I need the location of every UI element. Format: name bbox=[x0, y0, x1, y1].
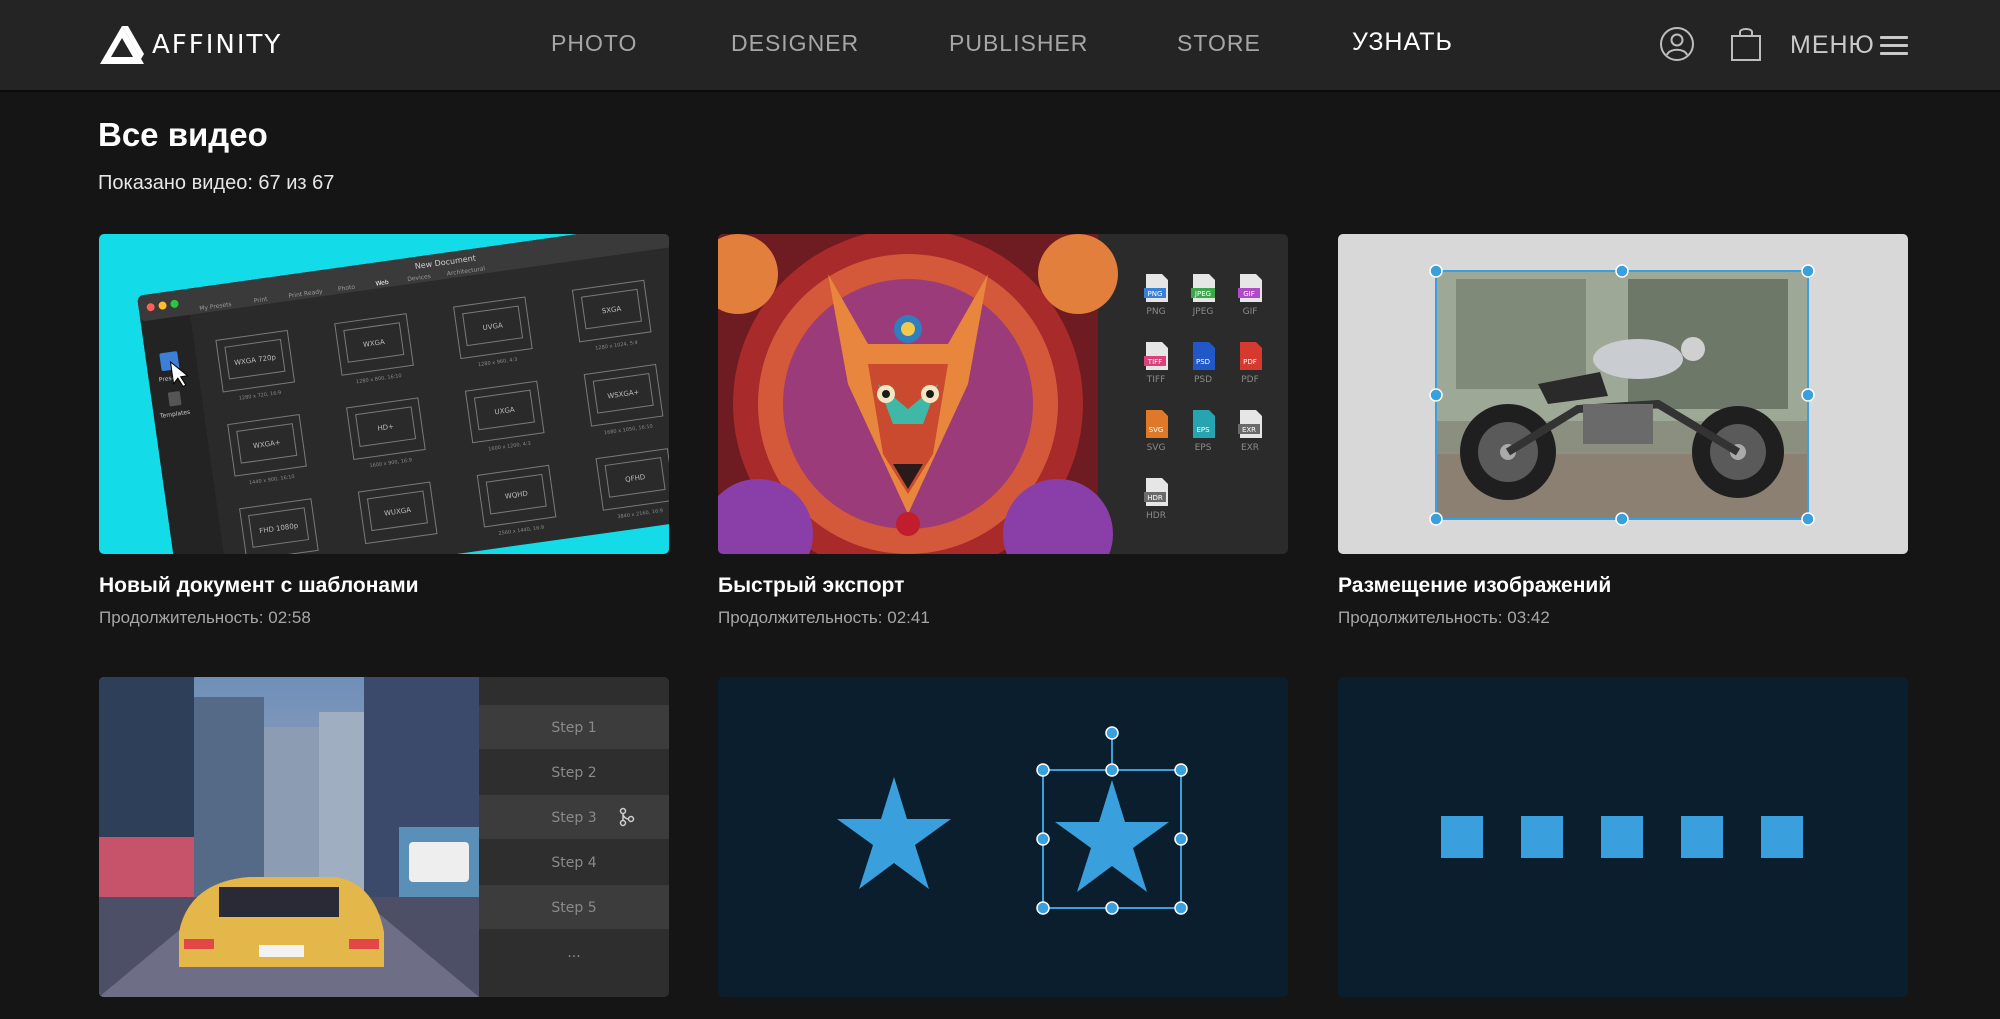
affinity-logo-icon bbox=[100, 26, 144, 64]
brand-name: AFFINITY bbox=[152, 30, 283, 60]
format-badge: HDR bbox=[1147, 494, 1163, 502]
video-thumbnail[interactable]: Step 1 Step 2 Step 3 Step 4 Step 5 ... bbox=[99, 677, 669, 997]
video-duration: Продолжительность: 02:58 bbox=[99, 608, 669, 628]
image-placement-thumbnail-art bbox=[1338, 234, 1908, 554]
video-thumbnail[interactable]: New Document My Presets Print Print Read… bbox=[99, 234, 669, 554]
format-badge: SVG bbox=[1149, 426, 1164, 434]
new-document-thumbnail-art: New Document My Presets Print Print Read… bbox=[99, 234, 669, 554]
format-label: PDF bbox=[1241, 375, 1259, 385]
page-title: Все видео bbox=[98, 116, 268, 153]
hdr-file-icon: HDR HDR bbox=[1144, 478, 1168, 521]
city-street-image bbox=[99, 677, 479, 997]
video-card-history-steps[interactable]: Step 1 Step 2 Step 3 Step 4 Step 5 ... bbox=[99, 677, 669, 997]
format-label: JPEG bbox=[1192, 307, 1214, 317]
format-label: SVG bbox=[1147, 443, 1166, 453]
duration-label: Продолжительность: bbox=[99, 608, 269, 627]
video-card-star-shapes[interactable] bbox=[718, 677, 1288, 997]
duration-value: 03:42 bbox=[1507, 608, 1550, 627]
format-badge: GIF bbox=[1243, 290, 1255, 298]
video-title[interactable]: Быстрый экспорт bbox=[718, 574, 1288, 598]
menu-label[interactable]: МЕНЮ bbox=[1790, 31, 1875, 60]
video-duration: Продолжительность: 02:41 bbox=[718, 608, 1288, 628]
nav-learn[interactable]: УЗНАТЬ bbox=[1352, 28, 1453, 57]
nav-photo[interactable]: PHOTO bbox=[551, 30, 637, 57]
hamburger-icon[interactable] bbox=[1880, 36, 1908, 56]
duration-value: 02:41 bbox=[887, 608, 930, 627]
svg-file-icon: SVG SVG bbox=[1146, 410, 1168, 453]
format-label: EPS bbox=[1195, 443, 1212, 453]
history-step: Step 1 bbox=[551, 720, 596, 736]
video-thumbnail[interactable] bbox=[1338, 234, 1908, 554]
format-badge: PDF bbox=[1243, 358, 1257, 366]
history-step: ... bbox=[567, 945, 580, 961]
format-badge: TIFF bbox=[1147, 358, 1162, 366]
video-card-square-shapes[interactable] bbox=[1338, 677, 1908, 997]
video-title[interactable]: Размещение изображений bbox=[1338, 574, 1908, 598]
format-label: EXR bbox=[1241, 443, 1259, 453]
format-badge: JPEG bbox=[1194, 290, 1211, 298]
format-label: HDR bbox=[1146, 511, 1166, 521]
cart-icon[interactable] bbox=[1728, 26, 1764, 62]
wolf-artwork-image bbox=[718, 234, 1118, 554]
video-card-quick-export[interactable]: PNG PNG JPEG JPEG GIF GIF TIFF TIFF PSD … bbox=[718, 234, 1288, 628]
history-step: Step 2 bbox=[551, 765, 596, 781]
motorcycle-photo-image bbox=[1436, 271, 1808, 519]
video-title[interactable]: Новый документ с шаблонами bbox=[99, 574, 669, 598]
tiff-file-icon: TIFF TIFF bbox=[1144, 342, 1168, 385]
format-label: PSD bbox=[1194, 375, 1212, 385]
square-shapes-thumbnail-art bbox=[1338, 677, 1908, 997]
format-label: PNG bbox=[1146, 307, 1165, 317]
format-badge: EPS bbox=[1196, 426, 1210, 434]
duration-label: Продолжительность: bbox=[718, 608, 888, 627]
format-badge: PNG bbox=[1148, 290, 1163, 298]
history-step: Step 3 bbox=[551, 810, 596, 826]
video-thumbnail[interactable] bbox=[1338, 677, 1908, 997]
brand-logo[interactable]: AFFINITY bbox=[98, 22, 282, 68]
duration-value: 02:58 bbox=[268, 608, 311, 627]
nav-publisher[interactable]: PUBLISHER bbox=[949, 30, 1088, 57]
format-label: GIF bbox=[1243, 307, 1258, 317]
site-header: AFFINITY PHOTO DESIGNER PUBLISHER STORE … bbox=[0, 0, 2000, 92]
format-badge: EXR bbox=[1242, 426, 1256, 434]
history-step: Step 4 bbox=[551, 855, 596, 871]
format-badge: PSD bbox=[1196, 358, 1210, 366]
pdf-file-icon: PDF PDF bbox=[1240, 342, 1262, 385]
video-card-new-document[interactable]: New Document My Presets Print Print Read… bbox=[99, 234, 669, 628]
video-card-image-placement[interactable]: Размещение изображений Продолжительность… bbox=[1338, 234, 1908, 628]
video-duration: Продолжительность: 03:42 bbox=[1338, 608, 1908, 628]
history-steps-thumbnail-art: Step 1 Step 2 Step 3 Step 4 Step 5 ... bbox=[99, 677, 669, 997]
duration-label: Продолжительность: bbox=[1338, 608, 1508, 627]
quick-export-thumbnail-art: PNG PNG JPEG JPEG GIF GIF TIFF TIFF PSD … bbox=[718, 234, 1288, 554]
psd-file-icon: PSD PSD bbox=[1193, 342, 1215, 385]
star-shapes-thumbnail-art bbox=[718, 677, 1288, 997]
exr-file-icon: EXR EXR bbox=[1238, 410, 1262, 453]
format-label: TIFF bbox=[1146, 375, 1166, 385]
video-thumbnail[interactable] bbox=[718, 677, 1288, 997]
video-count: Показано видео: 67 из 67 bbox=[98, 172, 335, 194]
jpeg-file-icon: JPEG JPEG bbox=[1191, 274, 1215, 317]
video-thumbnail[interactable]: PNG PNG JPEG JPEG GIF GIF TIFF TIFF PSD … bbox=[718, 234, 1288, 554]
user-icon[interactable] bbox=[1659, 26, 1695, 62]
nav-designer[interactable]: DESIGNER bbox=[731, 30, 859, 57]
history-step: Step 5 bbox=[551, 900, 596, 916]
png-file-icon: PNG PNG bbox=[1144, 274, 1168, 317]
nav-store[interactable]: STORE bbox=[1177, 30, 1261, 57]
